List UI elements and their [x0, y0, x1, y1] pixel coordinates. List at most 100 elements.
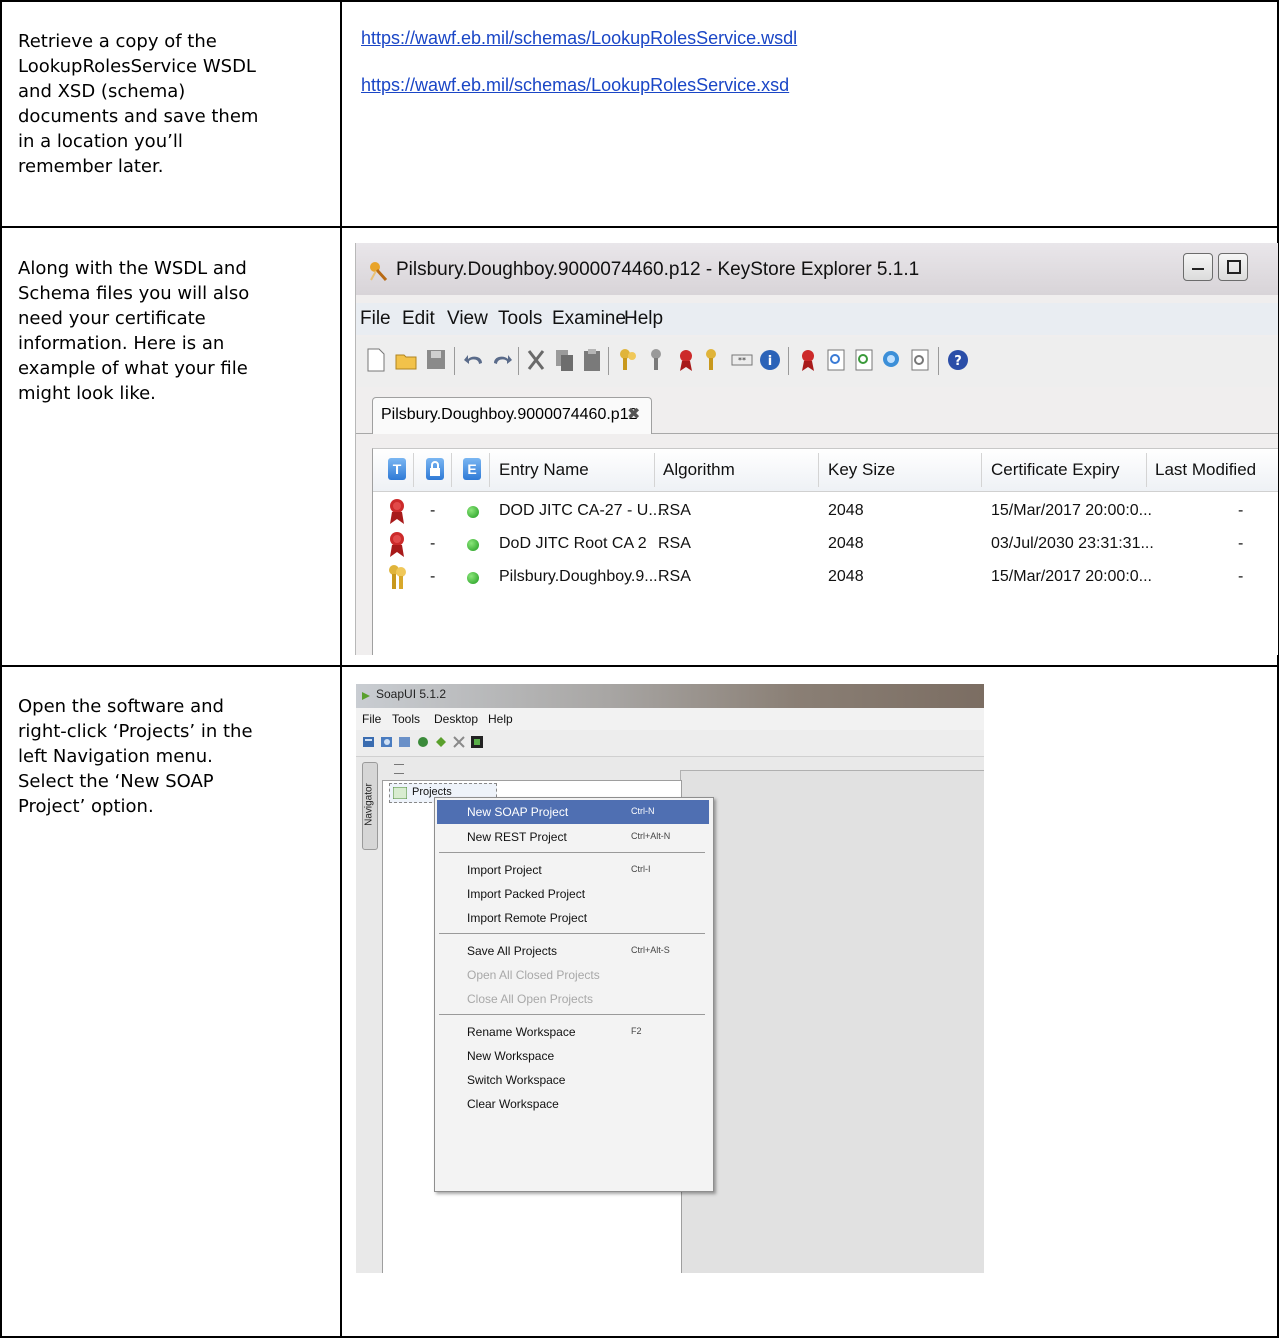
new-keystore-icon[interactable]	[364, 347, 388, 373]
lock-status: -	[430, 568, 436, 585]
instruction-line: Open the software and	[18, 696, 224, 717]
menu-tools[interactable]: Tools	[498, 308, 542, 330]
menu-examine[interactable]: Examine	[552, 308, 626, 330]
menu-desktop[interactable]: Desktop	[434, 712, 478, 726]
open-keystore-icon[interactable]	[394, 347, 418, 373]
menu-item-shortcut: Ctrl+Alt-S	[631, 945, 670, 955]
forum-icon[interactable]	[434, 735, 448, 749]
menu-item-save-all-projects[interactable]: Save All Projects Ctrl+Alt-S	[437, 939, 709, 963]
save-all-icon[interactable]	[416, 735, 430, 749]
lock-column-header[interactable]	[426, 458, 444, 480]
instruction-line: left Navigation menu.	[18, 746, 213, 767]
examine-certificate-icon[interactable]	[796, 347, 820, 373]
menu-edit[interactable]: Edit	[402, 308, 435, 330]
set-password-icon[interactable]: **	[730, 347, 754, 373]
keystore-entries-table: T E Entry Name Algorithm Key Size Certif…	[372, 448, 1278, 655]
examine-crl-icon[interactable]	[908, 347, 932, 373]
instruction-line: information. Here is an	[18, 333, 225, 354]
generate-key-pair-icon[interactable]	[616, 347, 640, 373]
svg-text:i: i	[768, 354, 772, 369]
menu-item-import-remote-project[interactable]: Import Remote Project	[437, 906, 709, 930]
examine-clipboard-icon[interactable]	[852, 347, 876, 373]
table-row[interactable]: - Pilsbury.Doughboy.9... RSA 2048 15/Mar…	[373, 562, 1278, 594]
generate-secret-key-icon[interactable]	[646, 347, 670, 373]
entry-expiry: 15/Mar/2017 20:00:0...	[991, 568, 1152, 585]
menu-view[interactable]: View	[447, 308, 488, 330]
examine-ssl-icon[interactable]	[880, 347, 904, 373]
column-divider	[654, 453, 655, 487]
navigator-tab[interactable]: Navigator	[362, 762, 378, 850]
redo-icon[interactable]	[490, 347, 514, 373]
title-bar: SoapUI 5.1.2	[356, 684, 984, 708]
menu-item-label: Import Packed Project	[467, 887, 586, 901]
entry-last-modified: -	[1238, 568, 1244, 585]
toolbar: ** i ?	[356, 337, 1278, 387]
menu-item-switch-workspace[interactable]: Switch Workspace	[437, 1068, 709, 1092]
properties-icon[interactable]: i	[758, 347, 782, 373]
paste-icon[interactable]	[580, 347, 604, 373]
menu-item-rename-workspace[interactable]: Rename Workspace F2	[437, 1020, 709, 1044]
main-desktop-area	[680, 770, 984, 1273]
column-divider	[981, 453, 982, 487]
wsdl-link[interactable]: https://wawf.eb.mil/schemas/LookupRolesS…	[361, 28, 797, 49]
table-row[interactable]: - DOD JITC CA-27 - U.... RSA 2048 15/Mar…	[373, 496, 1278, 528]
menu-item-import-project[interactable]: Import Project Ctrl-I	[437, 858, 709, 882]
entry-algorithm: RSA	[658, 535, 691, 552]
new-soap-project-icon[interactable]	[362, 735, 376, 749]
tab-keystore-file[interactable]: Pilsbury.Doughboy.9000074460.p12 ✖	[372, 397, 652, 434]
lock-status: -	[430, 502, 436, 519]
help-icon[interactable]: ?	[946, 347, 970, 373]
entry-type-column-header[interactable]: T	[388, 458, 406, 480]
preferences-icon[interactable]	[452, 735, 466, 749]
new-rest-project-icon[interactable]	[380, 735, 394, 749]
workspace-icon	[393, 787, 407, 799]
menu-item-new-soap-project[interactable]: New SOAP Project Ctrl-N	[437, 800, 709, 824]
toolbar	[356, 730, 984, 757]
column-entry-name[interactable]: Entry Name	[499, 460, 589, 480]
xsd-link[interactable]: https://wawf.eb.mil/schemas/LookupRolesS…	[361, 75, 789, 96]
menu-file[interactable]: File	[362, 712, 381, 726]
minimize-button[interactable]	[1183, 253, 1213, 281]
certificate-expiry-status-column-header[interactable]: E	[463, 458, 481, 480]
menu-tools[interactable]: Tools	[392, 712, 420, 726]
menu-item-label: New SOAP Project	[467, 805, 569, 819]
close-icon[interactable]: ✖	[627, 404, 640, 423]
column-key-size[interactable]: Key Size	[828, 460, 895, 480]
import-project-icon[interactable]	[398, 735, 412, 749]
table-row[interactable]: - DoD JITC Root CA 2 RSA 2048 03/Jul/203…	[373, 529, 1278, 561]
menu-separator	[439, 1014, 705, 1015]
entry-last-modified: -	[1238, 502, 1244, 519]
copy-icon[interactable]	[552, 347, 576, 373]
undo-icon[interactable]	[462, 347, 486, 373]
column-certificate-expiry[interactable]: Certificate Expiry	[991, 460, 1119, 480]
menu-item-shortcut: Ctrl-N	[631, 806, 655, 816]
menu-file[interactable]: File	[360, 308, 391, 330]
instruction-line: in a location you’ll	[18, 131, 183, 152]
window-title: SoapUI 5.1.2	[376, 687, 447, 701]
column-algorithm[interactable]: Algorithm	[663, 460, 735, 480]
maximize-button[interactable]	[1218, 253, 1248, 281]
instruction-line: Retrieve a copy of the	[18, 31, 217, 52]
menu-item-clear-workspace[interactable]: Clear Workspace	[437, 1092, 709, 1116]
cut-icon[interactable]	[524, 347, 548, 373]
soapui-logo-icon	[362, 692, 370, 700]
instruction-cell: Retrieve a copy of the LookupRolesServic…	[18, 29, 318, 179]
entry-key-size: 2048	[828, 535, 864, 552]
menu-item-import-packed-project[interactable]: Import Packed Project	[437, 882, 709, 906]
menu-item-new-workspace[interactable]: New Workspace	[437, 1044, 709, 1068]
save-keystore-icon[interactable]	[424, 347, 448, 373]
lock-status: -	[430, 535, 436, 552]
projects-context-menu: New SOAP Project Ctrl-N New REST Project…	[434, 797, 714, 1192]
examine-file-icon[interactable]	[824, 347, 848, 373]
import-certificate-icon[interactable]	[674, 347, 698, 373]
proxy-icon[interactable]	[470, 735, 484, 749]
menu-bar: File Tools Desktop Help	[356, 708, 984, 730]
column-last-modified[interactable]: Last Modified	[1155, 460, 1256, 480]
import-key-pair-icon[interactable]	[702, 347, 726, 373]
menu-help[interactable]: Help	[488, 712, 513, 726]
tree-options-icon[interactable]	[394, 764, 404, 774]
menu-help[interactable]: Help	[624, 308, 663, 330]
instruction-line: Schema files you will also	[18, 283, 250, 304]
lock-icon	[430, 461, 440, 476]
menu-item-new-rest-project[interactable]: New REST Project Ctrl+Alt-N	[437, 825, 709, 849]
